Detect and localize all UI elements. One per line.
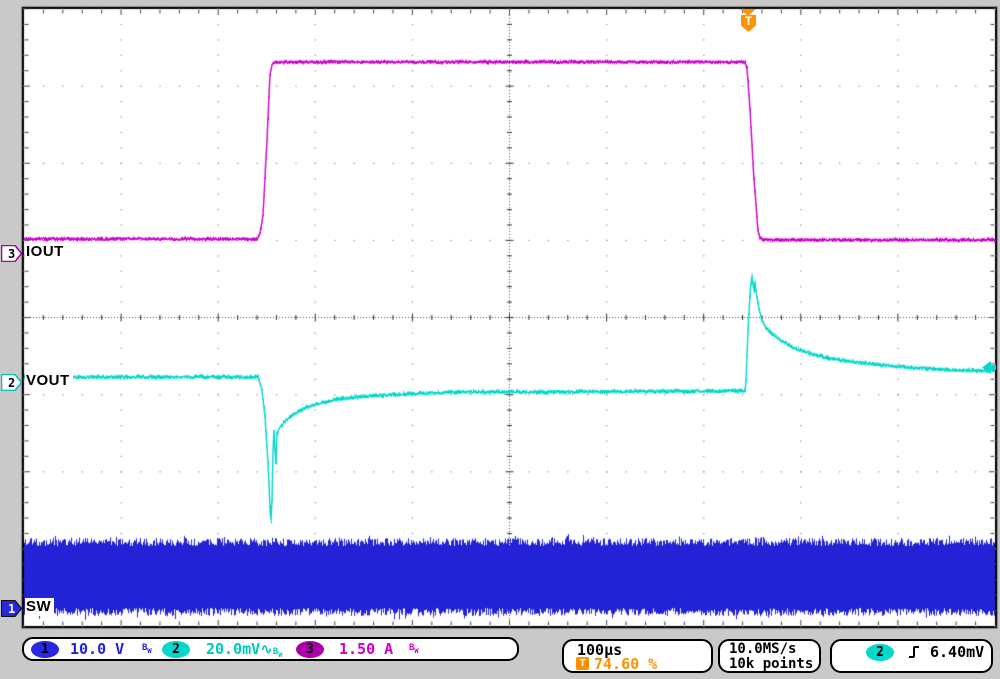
trigger-level-arrow-icon[interactable] — [982, 361, 996, 374]
trigger-readout[interactable]: 2 6.40mV — [830, 639, 993, 673]
trigger-t-small-icon: T — [576, 657, 589, 670]
timebase-readout[interactable]: 100µs T 74.60 % — [562, 639, 713, 673]
channel-2-badge[interactable]: 2 — [162, 641, 190, 658]
channel-scales-readout[interactable]: 1 10.0 V BW 2 20.0mV∿BW 3 1.50 A BW — [22, 637, 519, 661]
trigger-position-triangle-icon[interactable] — [740, 9, 756, 16]
trace-label-vout: VOUT — [25, 372, 73, 390]
channel-2-scale: 20.0mV∿BW — [206, 640, 282, 659]
oscilloscope-screen: 3 2 1 IOUT VOUT SW T 1 10.0 V BW 2 20.0m… — [0, 0, 1000, 679]
channel-1-scale: 10.0 V — [70, 640, 124, 658]
channel-3-badge[interactable]: 3 — [296, 641, 324, 658]
channel-3-badge-number: 3 — [8, 247, 15, 261]
trigger-source-badge: 2 — [866, 644, 894, 661]
channel-1-arrow-icon: 1 — [1, 600, 22, 617]
trace-label-sw: SW — [25, 598, 54, 616]
sample-rate-value: 10.0MS/s — [729, 641, 796, 657]
trigger-position-value: 74.60 % — [594, 655, 657, 673]
channel-2-bandwidth-icon: BW — [273, 647, 283, 657]
channel-1-badge-number: 1 — [8, 602, 15, 616]
trigger-level-value: 6.40mV — [930, 643, 984, 661]
channel-3-bandwidth-icon: BW — [409, 643, 419, 655]
acquisition-readout[interactable]: 10.0MS/s 10k points — [718, 639, 821, 673]
channel-2-arrow-icon: 2 — [1, 374, 22, 391]
rising-edge-slope-icon — [906, 644, 922, 660]
channel-3-arrow-icon: 3 — [1, 245, 22, 262]
waveform-display — [0, 0, 1000, 679]
channel-1-position-marker[interactable]: 1 — [1, 600, 22, 617]
trace-label-iout: IOUT — [25, 243, 67, 261]
record-length-value: 10k points — [729, 656, 813, 672]
channel-3-position-marker[interactable]: 3 — [1, 245, 22, 262]
channel-1-badge[interactable]: 1 — [31, 641, 59, 658]
channel-1-bandwidth-icon: BW — [142, 643, 152, 655]
channel-2-badge-number: 2 — [8, 376, 15, 390]
channel-2-ac-coupling-icon: ∿ — [260, 640, 273, 658]
channel-2-position-marker[interactable]: 2 — [1, 374, 22, 391]
channel-3-scale: 1.50 A — [339, 640, 393, 658]
